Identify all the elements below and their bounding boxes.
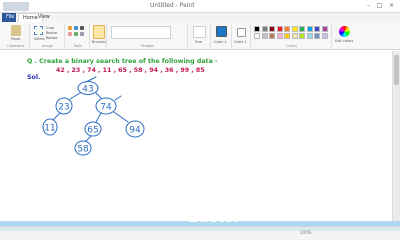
edge-23-11 [52, 112, 61, 121]
node-65-label: 65 [87, 126, 98, 136]
edge-65-58 [85, 135, 92, 142]
node-58-label: 58 [77, 145, 89, 155]
node-94-label: 94 [129, 126, 141, 136]
node-root-label: 43 [82, 85, 93, 95]
zoom-level: 100% [300, 230, 312, 235]
stroke-tick [114, 95, 122, 101]
edge-74-94 [113, 111, 129, 123]
node-74-label: 74 [100, 103, 112, 113]
brain-logo-icon [157, 191, 187, 220]
edge-root-74 [95, 92, 102, 99]
edge-74-65 [95, 112, 102, 123]
node-23-label: 23 [58, 103, 69, 113]
status-bar: 100% [0, 226, 400, 240]
edge-root-23 [69, 92, 81, 100]
logo-word-luster: Luster [188, 207, 240, 226]
node-11-label: 11 [44, 124, 55, 134]
logo-word-mind: Mind [188, 190, 228, 209]
